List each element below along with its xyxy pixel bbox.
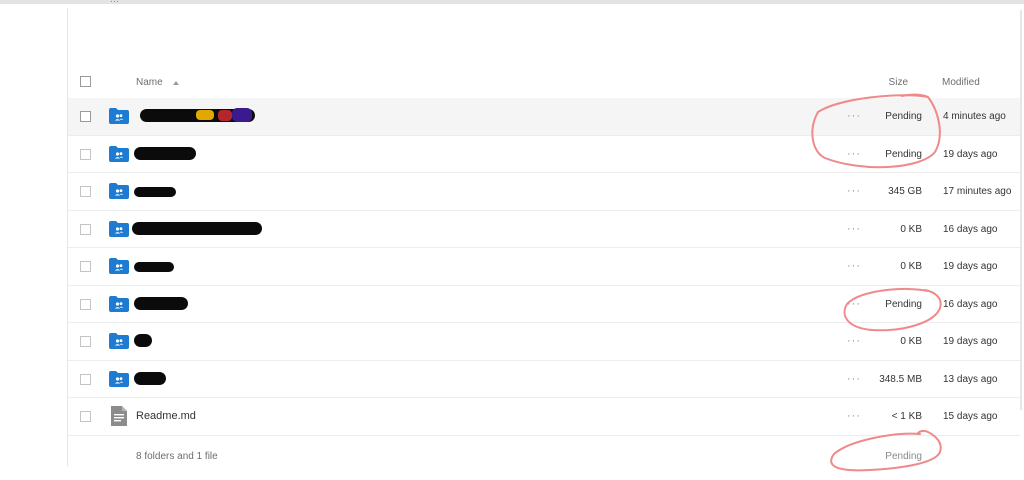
redacted-folder-name [134,262,174,272]
more-actions-icon[interactable]: ··· [847,260,861,272]
shared-folder-icon [109,183,129,199]
row-size: Pending [885,148,922,160]
total-size: Pending [885,451,922,462]
row-size: Pending [885,298,922,310]
more-actions-icon[interactable]: ··· [847,185,861,197]
row-size: < 1 KB [891,411,922,422]
row-checkbox[interactable] [80,373,91,385]
row-size: 0 KB [900,261,922,272]
table-row[interactable]: ··· 0 KB 16 days ago [68,211,1020,248]
row-checkbox[interactable] [80,298,91,310]
more-actions-icon[interactable]: ··· [847,335,861,347]
shared-folder-icon [109,295,129,312]
row-checkbox[interactable] [80,336,91,347]
file-list: ··· Pending 4 minutes ago ··· Pending 19… [68,98,1020,436]
row-modified: 13 days ago [943,373,998,385]
top-bar [0,0,1024,4]
table-row[interactable]: ··· Pending 19 days ago [68,136,1020,173]
row-modified: 19 days ago [943,261,998,272]
row-checkbox[interactable] [80,111,91,122]
select-all-checkbox[interactable] [80,76,91,87]
redacted-folder-name [134,334,152,347]
row-size: 0 KB [900,223,922,235]
row-modified: 15 days ago [943,411,998,422]
table-row[interactable]: ··· Pending 16 days ago [68,286,1020,323]
shared-folder-icon [109,333,129,349]
table-row[interactable]: ··· 0 KB 19 days ago [68,248,1020,286]
list-header: Name Size Modified [68,64,1020,98]
table-row[interactable]: Readme.md ··· < 1 KB 15 days ago [68,398,1020,436]
shared-folder-icon [109,258,129,274]
more-actions-icon[interactable]: ··· [847,298,861,310]
row-modified: 19 days ago [943,336,998,347]
redaction-color-mark [218,110,232,121]
table-row[interactable]: ··· Pending 4 minutes ago [68,98,1020,136]
column-header-modified[interactable]: Modified [942,77,980,88]
row-size: Pending [885,111,922,122]
row-size: 348.5 MB [879,373,922,385]
shared-folder-icon [109,145,129,162]
shared-folder-icon [109,220,129,237]
redacted-folder-name [134,296,188,310]
row-checkbox[interactable] [80,148,91,160]
row-checkbox[interactable] [80,411,91,422]
row-checkbox[interactable] [80,261,91,272]
table-row[interactable]: ··· 348.5 MB 13 days ago [68,361,1020,398]
file-name[interactable]: Readme.md [136,410,196,422]
shared-folder-icon [109,108,129,124]
more-actions-icon[interactable]: ··· [847,223,861,235]
row-checkbox[interactable] [80,223,91,235]
list-footer: 8 folders and 1 file Pending [68,436,1020,476]
redaction-color-mark [232,108,252,122]
column-header-size[interactable]: Size [889,77,908,88]
row-modified: 19 days ago [943,148,998,160]
row-modified: 16 days ago [943,223,998,235]
table-row[interactable]: ··· 345 GB 17 minutes ago [68,173,1020,211]
column-header-name[interactable]: Name [136,77,163,88]
shared-folder-icon [109,370,129,387]
document-icon [111,406,127,426]
row-modified: 16 days ago [943,298,998,310]
row-size: 345 GB [888,186,922,197]
more-actions-icon[interactable]: ··· [847,110,861,122]
row-modified: 4 minutes ago [943,111,1006,122]
redacted-folder-name [134,146,196,160]
scrollbar[interactable] [1020,10,1022,410]
redaction-color-mark [196,110,214,120]
more-actions-icon[interactable]: ··· [847,148,861,160]
redacted-folder-name [132,221,262,235]
item-count-summary: 8 folders and 1 file [136,451,218,462]
more-actions-icon[interactable]: ··· [847,410,861,422]
row-size: 0 KB [900,336,922,347]
redacted-folder-name [134,187,176,197]
more-actions-icon[interactable]: ··· [847,373,861,385]
row-modified: 17 minutes ago [943,186,1012,197]
sort-ascending-icon[interactable] [173,81,179,85]
table-row[interactable]: ··· 0 KB 19 days ago [68,323,1020,361]
truncated-breadcrumb-text: ... [110,0,119,5]
redacted-folder-name [134,371,166,385]
row-checkbox[interactable] [80,186,91,197]
